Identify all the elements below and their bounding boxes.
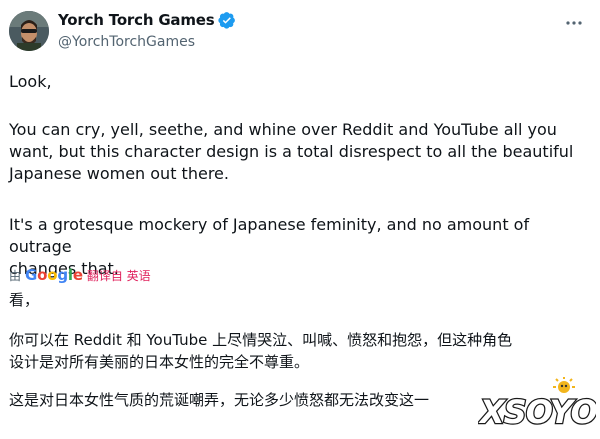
watermark-text: XSOYO [478, 393, 596, 431]
avatar[interactable] [9, 11, 49, 51]
translated-by-label: 由 [9, 268, 22, 283]
tweet-line: want, but this character design is a tot… [9, 142, 574, 161]
google-logo: Google [25, 266, 83, 284]
tweet-text-para1: Look, [9, 71, 589, 93]
tweet-header: Yorch Torch Games @YorchTorchGames [8, 8, 592, 60]
translated-line: 你可以在 Reddit 和 YouTube 上尽情哭泣、叫喊、愤怒和抱怨，但这种… [9, 331, 513, 349]
tweet-line: Look, [9, 72, 52, 91]
tweet-text-para2: You can cry, yell, seethe, and whine ove… [9, 119, 589, 185]
translated-line: 设计是对所有美丽的日本女性的完全不尊重。 [9, 353, 310, 371]
translation-attribution: 由 Google 翻译自 英语 [9, 266, 151, 284]
tweet-line: Japanese women out there. [9, 164, 229, 183]
more-options-icon[interactable] [564, 16, 584, 30]
watermark-logo: XSOYO [478, 377, 596, 431]
handle[interactable]: @YorchTorchGames [58, 34, 195, 50]
display-name[interactable]: Yorch Torch Games [58, 11, 215, 29]
translated-text-line1: 看， [9, 291, 40, 309]
tweet-line: You can cry, yell, seethe, and whine ove… [9, 120, 557, 139]
tweet-line: It's a grotesque mockery of Japanese fem… [9, 215, 530, 256]
translated-text-para2: 你可以在 Reddit 和 YouTube 上尽情哭泣、叫喊、愤怒和抱怨，但这种… [9, 329, 589, 373]
verified-badge-icon [218, 12, 236, 29]
translated-from-link[interactable]: 翻译自 英语 [87, 267, 151, 284]
